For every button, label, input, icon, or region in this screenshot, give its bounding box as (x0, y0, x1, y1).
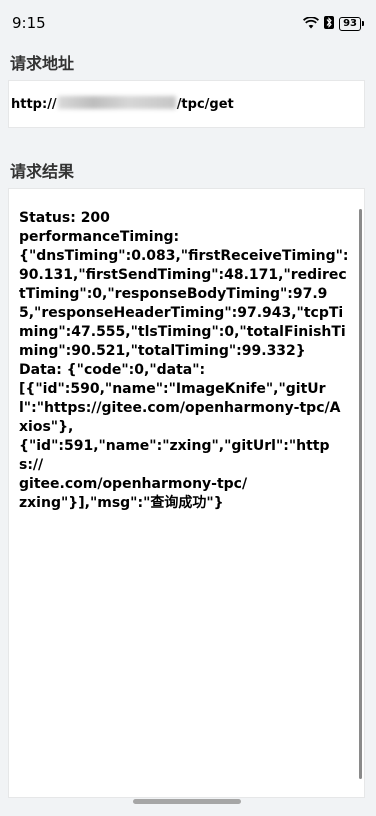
home-indicator[interactable] (133, 799, 241, 804)
redacted-host (57, 96, 176, 109)
status-time: 9:15 (12, 14, 46, 32)
request-url-text: http:// /tpc/get (11, 96, 234, 112)
result-panel[interactable]: Status: 200 performanceTiming: {"dnsTimi… (8, 188, 365, 798)
result-text: Status: 200 performanceTiming: {"dnsTimi… (19, 210, 349, 511)
battery-tip (362, 21, 364, 26)
bluetooth-icon (324, 14, 335, 33)
result-scrollbar[interactable] (359, 209, 362, 779)
request-url-title: 请求地址 (10, 54, 75, 73)
request-result-title: 请求结果 (10, 162, 75, 181)
app-screen: 9:15 93 请求地址 http:// /tpc/get 请求结果 Status… (0, 0, 376, 816)
battery-icon: 93 (339, 16, 361, 31)
url-prefix: http:// (11, 97, 57, 112)
request-url-field[interactable]: http:// /tpc/get (8, 80, 365, 128)
status-bar: 9:15 93 (0, 0, 376, 44)
url-suffix: /tpc/get (176, 97, 234, 112)
wifi-icon (303, 14, 320, 33)
status-icons: 93 (303, 14, 364, 33)
